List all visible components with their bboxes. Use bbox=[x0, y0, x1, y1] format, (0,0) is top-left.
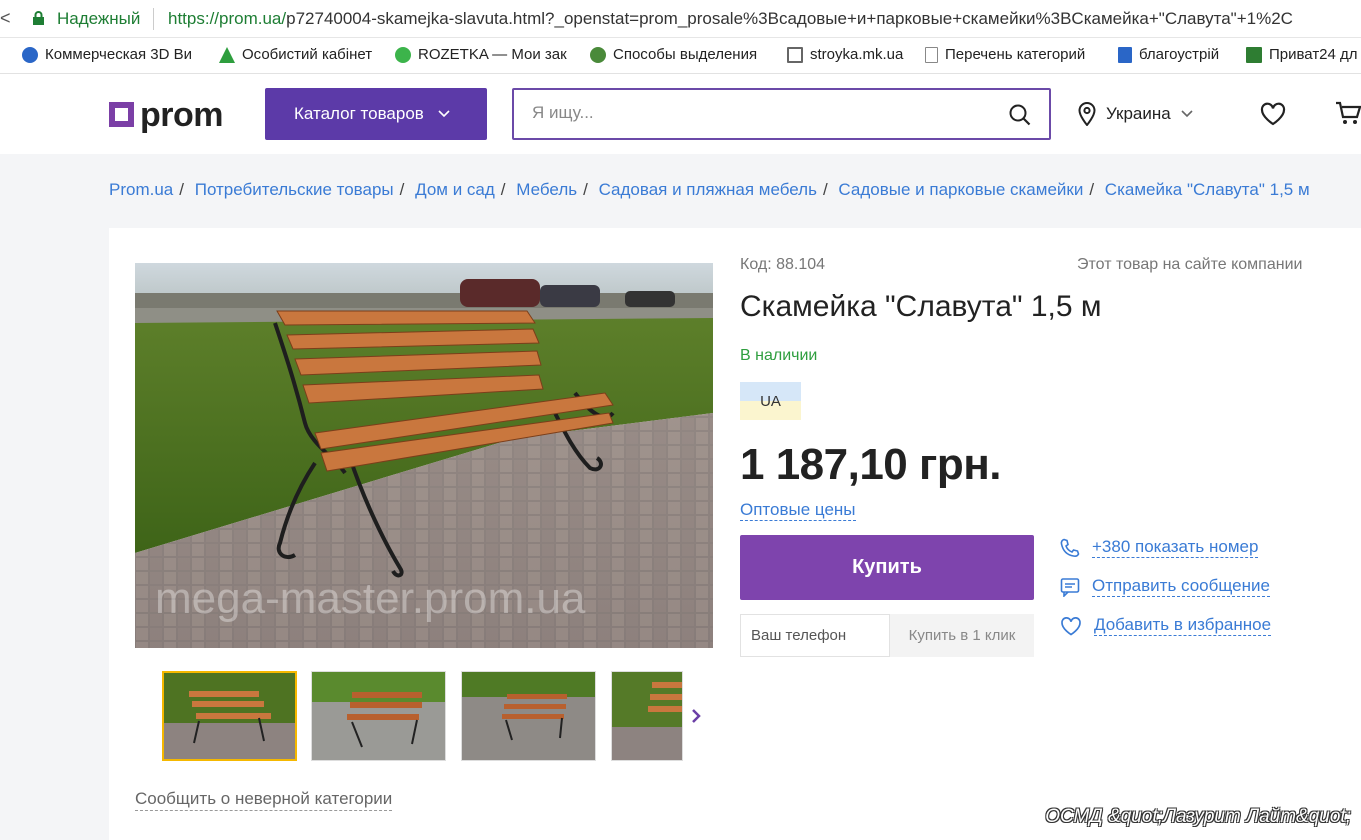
product-price: 1 187,10 грн. bbox=[740, 440, 1002, 489]
breadcrumb-separator: / bbox=[583, 180, 588, 199]
phone-icon bbox=[1060, 538, 1080, 557]
rozetka-icon bbox=[395, 46, 411, 63]
prom-logo[interactable]: prom bbox=[109, 96, 224, 135]
region-selector[interactable]: Украина bbox=[1078, 102, 1193, 126]
thumbnail[interactable] bbox=[311, 671, 446, 761]
show-phone-action[interactable]: +380 показать номер bbox=[1060, 537, 1259, 558]
cart-icon[interactable] bbox=[1335, 100, 1361, 126]
chevron-down-icon bbox=[1181, 110, 1193, 118]
secure-label: Надежный bbox=[57, 9, 141, 28]
bookmarks-bar: Коммерческая 3D Ви Особистий кабінет ROZ… bbox=[0, 38, 1361, 74]
site-header: prom Каталог товаров Украина bbox=[0, 74, 1361, 154]
product-title: Скамейка "Славута" 1,5 м bbox=[740, 290, 1102, 323]
favorites-heart-icon[interactable] bbox=[1260, 102, 1286, 126]
wholesale-prices-link[interactable]: Оптовые цены bbox=[740, 500, 856, 521]
search-box bbox=[512, 88, 1051, 140]
building-icon bbox=[787, 46, 803, 63]
breadcrumb-separator: / bbox=[399, 180, 405, 199]
bookmark-label: Перечень категорий bbox=[945, 46, 1086, 63]
breadcrumb-link[interactable]: Дом и сад bbox=[415, 180, 495, 199]
product-code: Код: 88.104 bbox=[740, 256, 826, 273]
page-icon bbox=[925, 46, 938, 63]
bookmark-label: ROZETKA — Мои зак bbox=[418, 46, 567, 63]
bookmark-item[interactable]: Способы выделения bbox=[590, 46, 757, 63]
product-main-image[interactable]: mega-master.prom.ua bbox=[135, 263, 713, 648]
breadcrumb-separator: / bbox=[1089, 180, 1095, 199]
bookmark-label: Способы выделения bbox=[613, 46, 758, 63]
availability-status: В наличии bbox=[740, 347, 818, 364]
privat-icon bbox=[1246, 46, 1262, 63]
catalog-label: Каталог товаров bbox=[294, 104, 424, 123]
logo-square-icon bbox=[109, 102, 134, 127]
bookmark-label: stroyka.mk.ua bbox=[810, 46, 904, 63]
breadcrumb-link[interactable]: Потребительские товары bbox=[195, 180, 394, 199]
bookmark-item[interactable]: благоустрій bbox=[1118, 46, 1219, 63]
thumbnail[interactable] bbox=[461, 671, 596, 761]
breadcrumb-separator: / bbox=[822, 180, 828, 199]
send-message-label: Отправить сообщение bbox=[1092, 576, 1270, 597]
show-phone-label: +380 показать номер bbox=[1092, 537, 1259, 558]
divider bbox=[153, 8, 154, 30]
search-input[interactable] bbox=[532, 103, 992, 123]
bookmark-label: благоустрій bbox=[1139, 46, 1220, 63]
location-pin-icon bbox=[1078, 102, 1096, 126]
buy-one-click-button[interactable]: Купить в 1 клик bbox=[890, 614, 1034, 657]
breadcrumb-link[interactable]: Скамейка "Славута" 1,5 м bbox=[1105, 180, 1310, 199]
3d-icon bbox=[22, 46, 38, 63]
bookmark-label: Особистий кабінет bbox=[242, 46, 373, 63]
chevron-down-icon bbox=[438, 110, 450, 118]
catalog-button[interactable]: Каталог товаров bbox=[265, 88, 487, 140]
message-icon bbox=[1060, 577, 1080, 597]
address-bar[interactable]: < Надежный https://prom.ua/p72740004-ska… bbox=[0, 0, 1361, 38]
breadcrumb-link[interactable]: Садовые и парковые скамейки bbox=[838, 180, 1083, 199]
bookmark-item[interactable]: Особистий кабінет bbox=[219, 46, 372, 63]
heart-icon bbox=[1061, 616, 1081, 635]
report-category-link[interactable]: Сообщить о неверной категории bbox=[135, 789, 393, 811]
lock-icon bbox=[33, 11, 44, 25]
buy-button[interactable]: Купить bbox=[740, 535, 1034, 600]
add-favorite-label: Добавить в избранное bbox=[1094, 615, 1272, 636]
bookmark-item[interactable]: stroyka.mk.ua bbox=[787, 46, 903, 63]
watermark-text: mega-master.prom.ua bbox=[155, 574, 586, 623]
company-site-link[interactable]: Этот товар на сайте компании bbox=[1077, 256, 1302, 274]
tree-icon bbox=[219, 46, 235, 63]
bookmark-label: Приват24 дл bbox=[1269, 46, 1358, 63]
bookmark-item[interactable]: Перечень категорий bbox=[925, 46, 1085, 63]
add-favorite-action[interactable]: Добавить в избранное bbox=[1060, 615, 1272, 636]
overlay-caption: ОСМД &quot;Лазурит Лайт&quot; bbox=[1045, 806, 1351, 827]
bookmark-item[interactable]: Приват24 дл bbox=[1246, 46, 1358, 63]
ukraine-flag-badge: UA bbox=[740, 382, 801, 420]
breadcrumb-link[interactable]: Prom.ua bbox=[109, 180, 173, 199]
phone-field bbox=[740, 614, 891, 657]
region-label: Украина bbox=[1106, 104, 1171, 123]
thumbnail[interactable] bbox=[611, 671, 683, 761]
search-icon[interactable] bbox=[1009, 104, 1031, 126]
url-host: https://prom.ua/ bbox=[168, 9, 287, 28]
breadcrumb-separator: / bbox=[500, 180, 506, 199]
bookmark-item[interactable]: Коммерческая 3D Ви bbox=[22, 46, 192, 63]
breadcrumb: Prom.ua / Потребительские товары / Дом и с… bbox=[109, 180, 1310, 200]
frog-icon bbox=[590, 46, 606, 63]
phone-input[interactable] bbox=[751, 627, 891, 644]
url-path: p72740004-skamejka-slavuta.html?_opensta… bbox=[286, 9, 1293, 28]
bench-photo: mega-master.prom.ua bbox=[135, 263, 713, 648]
send-message-action[interactable]: Отправить сообщение bbox=[1060, 576, 1270, 597]
bookmark-item[interactable]: ROZETKA — Мои зак bbox=[395, 46, 567, 63]
bookmark-label: Коммерческая 3D Ви bbox=[45, 46, 192, 63]
logo-text: prom bbox=[140, 96, 224, 134]
breadcrumb-link[interactable]: Садовая и пляжная мебель bbox=[599, 180, 817, 199]
back-icon[interactable]: < bbox=[0, 8, 11, 29]
thumbnail-next-arrow[interactable] bbox=[683, 671, 709, 761]
url-text[interactable]: https://prom.ua/p72740004-skamejka-slavu… bbox=[168, 9, 1293, 29]
breadcrumb-separator: / bbox=[179, 180, 184, 199]
breadcrumb-link[interactable]: Мебель bbox=[516, 180, 577, 199]
doc-icon bbox=[1118, 46, 1132, 63]
chevron-right-icon bbox=[692, 709, 701, 723]
thumbnail[interactable] bbox=[162, 671, 297, 761]
